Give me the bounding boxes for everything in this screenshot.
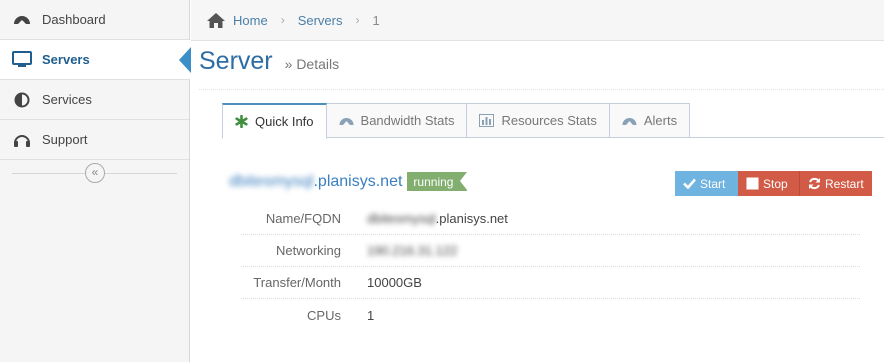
tab-bar: Quick Info Bandwidth Stats Resources Sta…	[222, 103, 884, 139]
dashboard-icon	[12, 10, 32, 30]
status-badge: running	[407, 172, 468, 191]
breadcrumb-current: 1	[372, 12, 380, 28]
detail-value-text: 10000GB	[367, 275, 422, 290]
stop-button-label: Stop	[763, 176, 788, 191]
page-subtitle: » Details	[284, 56, 340, 72]
detail-label: Transfer/Month	[253, 275, 341, 290]
server-actions: Start Stop Restart	[675, 171, 872, 196]
bar-chart-icon	[479, 114, 495, 127]
dashboard-icon	[339, 114, 354, 127]
detail-value-redacted: 190.216.31.122	[367, 243, 458, 258]
sidebar-item-services[interactable]: Services	[0, 80, 189, 120]
restart-button-label: Restart	[825, 176, 864, 191]
sidebar-item-servers[interactable]: Servers	[0, 40, 191, 80]
tab-quick-info[interactable]: Quick Info	[222, 103, 327, 139]
detail-label: Networking	[275, 243, 341, 258]
sidebar-item-support[interactable]: Support	[0, 120, 189, 160]
asterisk-icon	[235, 115, 248, 128]
server-name-domain: .planisys.net	[313, 172, 403, 190]
tab-label: Alerts	[643, 113, 678, 128]
detail-value-redacted: dbitesmysql	[367, 211, 436, 226]
sidebar-item-label: Services	[42, 92, 92, 107]
detail-value: 190.216.31.122	[367, 243, 457, 258]
page-title: Server	[199, 47, 273, 75]
page-header: Server » Details	[199, 47, 339, 76]
stop-icon	[746, 177, 759, 190]
tab-label: Resources Stats	[501, 113, 597, 128]
tab-label: Bandwidth Stats	[360, 113, 455, 128]
sidebar-item-label: Dashboard	[42, 12, 106, 27]
sidebar-item-label: Support	[42, 132, 88, 147]
restart-button[interactable]: Restart	[799, 171, 872, 196]
chevron-right-icon: ›	[355, 13, 360, 27]
adjust-icon	[12, 90, 32, 110]
detail-value-text: 1	[367, 307, 375, 323]
chevron-right-icon: ›	[280, 13, 285, 27]
breadcrumb-servers-link[interactable]: Servers	[298, 13, 343, 28]
server-heading: dbitesmysql.planisys.net running	[229, 172, 468, 191]
start-button[interactable]: Start	[675, 171, 738, 196]
detail-row-fqdn: Name/FQDN dbitesmysql.planisys.net	[241, 203, 860, 235]
detail-value: 1	[367, 308, 374, 323]
dashboard-icon	[622, 114, 637, 127]
sidebar-item-label: Servers	[42, 52, 90, 67]
tab-alerts[interactable]: Alerts	[609, 103, 691, 138]
divider	[199, 89, 884, 90]
home-icon[interactable]	[207, 12, 225, 28]
detail-row-networking: Networking 190.216.31.122	[241, 235, 860, 267]
sidebar-collapse-row: «	[0, 160, 189, 188]
tab-resources-stats[interactable]: Resources Stats	[467, 103, 610, 138]
detail-value: 10000GB	[367, 275, 422, 290]
tab-bandwidth-stats[interactable]: Bandwidth Stats	[326, 103, 468, 138]
detail-label: CPUs	[307, 307, 341, 323]
stop-button[interactable]: Stop	[738, 171, 799, 196]
server-name-redacted: dbitesmysql	[229, 172, 314, 190]
sidebar-item-dashboard[interactable]: Dashboard	[0, 0, 189, 40]
refresh-icon	[808, 177, 821, 190]
check-icon	[683, 178, 696, 189]
detail-value: dbitesmysql.planisys.net	[367, 211, 508, 226]
detail-row-cpus: CPUs 1	[241, 299, 860, 331]
sidebar: Dashboard Servers Services Support «	[0, 0, 191, 362]
collapse-sidebar-button[interactable]: «	[85, 163, 105, 183]
detail-row-transfer: Transfer/Month 10000GB	[241, 267, 860, 299]
server-details: Name/FQDN dbitesmysql.planisys.net Netwo…	[241, 203, 860, 331]
headphones-icon	[12, 130, 32, 150]
server-name: dbitesmysql.planisys.net	[229, 173, 402, 191]
breadcrumb: Home › Servers › 1	[191, 0, 884, 41]
tab-label: Quick Info	[255, 114, 314, 129]
detail-label: Name/FQDN	[265, 211, 341, 226]
monitor-icon	[12, 50, 32, 70]
breadcrumb-home-link[interactable]: Home	[233, 13, 268, 28]
start-button-label: Start	[700, 176, 726, 191]
detail-value-text: .planisys.net	[435, 211, 508, 226]
